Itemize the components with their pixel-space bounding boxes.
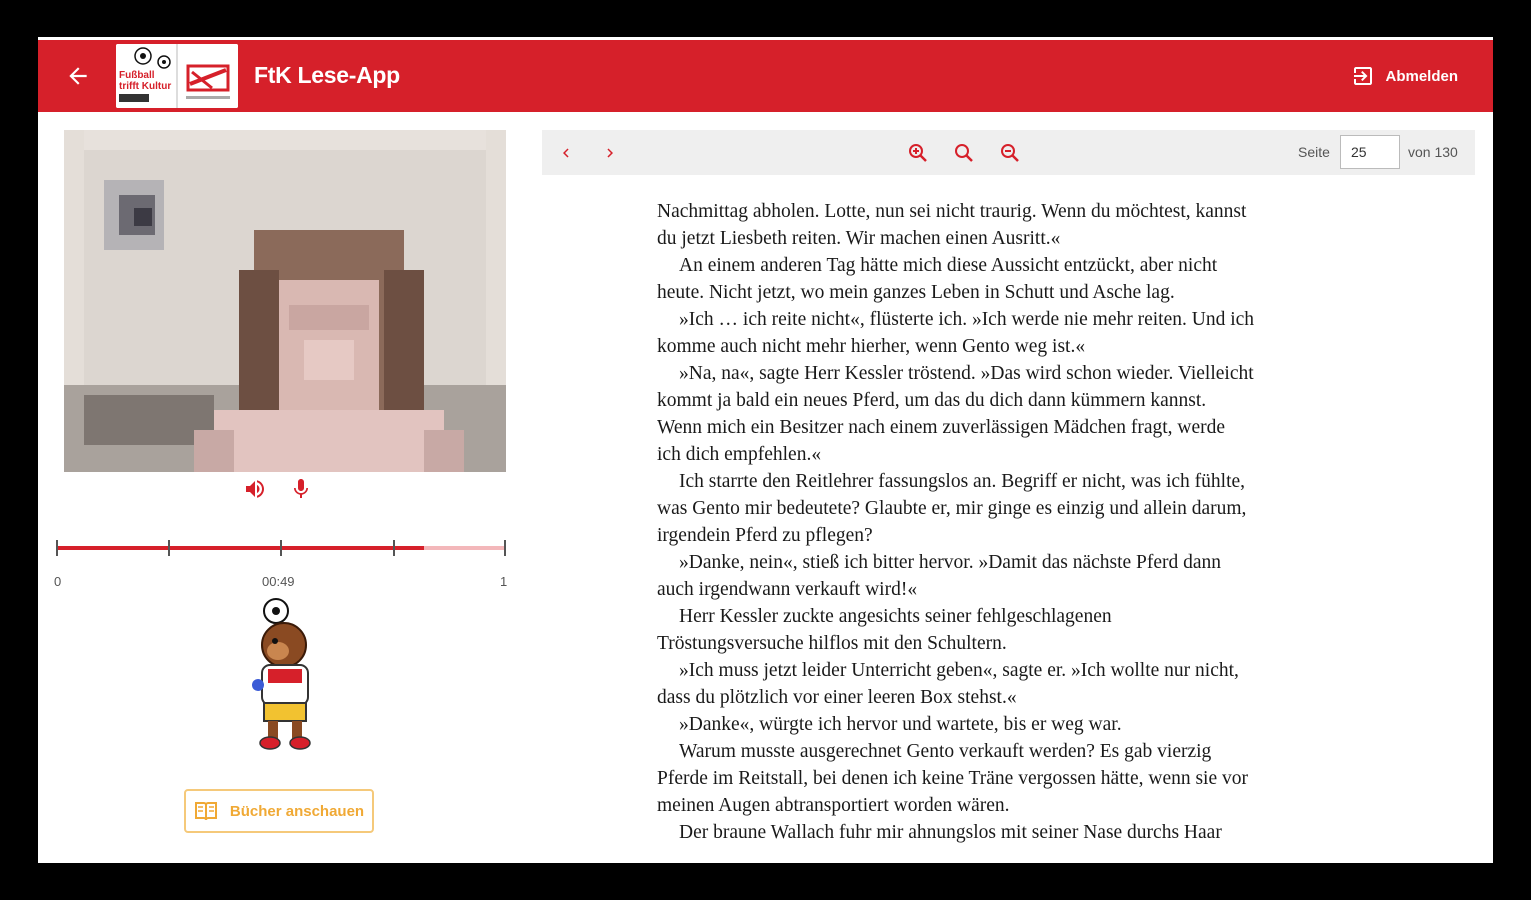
media-controls — [243, 477, 313, 506]
text-line: »Na, na«, sagte Herr Kessler tröstend. »… — [679, 363, 1254, 384]
timeline-tick — [393, 540, 395, 556]
timeline-tick — [504, 540, 506, 556]
text-line: irgendein Pferd zu pflegen? — [657, 525, 873, 546]
text-line: komme auch nicht mehr hierher, wenn Gent… — [657, 336, 1086, 357]
audio-timeline[interactable]: 0 00:49 1 — [54, 532, 509, 589]
zoom-in-button[interactable] — [904, 139, 932, 167]
arrow-left-icon — [69, 67, 87, 85]
back-button[interactable] — [60, 60, 96, 92]
camera-preview — [64, 130, 506, 472]
logo-image: Fußball trifft Kultur — [116, 44, 238, 108]
timeline-current-label: 00:49 — [262, 574, 295, 589]
text-line: dass du plötzlich vor einer leeren Box s… — [657, 687, 1017, 708]
chevron-left-icon — [563, 148, 569, 158]
microphone-icon — [294, 479, 308, 498]
text-line: was Gento mir bedeutete? Glaubte er, mir… — [657, 498, 1247, 519]
browse-books-button[interactable]: Bücher anschauen — [184, 789, 374, 833]
text-line: Warum musste ausgerechnet Gento verkauft… — [679, 741, 1212, 762]
timeline-tick — [168, 540, 170, 556]
page-label: Seite — [1298, 144, 1330, 160]
page-total: von 130 — [1408, 144, 1458, 160]
volume-button[interactable] — [243, 477, 267, 506]
book-icon — [194, 802, 217, 821]
main-content: 0 00:49 1 Bücher anschauen Seite 25 von … — [38, 112, 1494, 864]
timeline-start-label: 0 — [54, 574, 62, 589]
text-line: Tröstungsversuche hilflos mit den Schult… — [657, 633, 1007, 654]
logo: Fußball trifft Kultur — [116, 44, 238, 108]
browse-books-label: Bücher anschauen — [229, 802, 365, 820]
text-line: meinen Augen abtransportiert worden wäre… — [657, 795, 1010, 816]
volume-icon — [246, 480, 264, 498]
book-page-text: Nachmittag abholen. Lotte, nun sei nicht… — [657, 198, 1357, 846]
text-line: »Danke, nein«, stieß ich bitter hervor. … — [679, 552, 1222, 573]
next-page-button[interactable] — [596, 139, 624, 167]
microphone-button[interactable] — [289, 477, 313, 506]
page-number-input[interactable] — [1340, 135, 1400, 169]
zoom-out-button[interactable] — [996, 139, 1024, 167]
pixelated-video-image — [64, 130, 506, 472]
text-line: Herr Kessler zuckte angesichts seiner fe… — [679, 606, 1112, 627]
magnifier-icon — [955, 144, 973, 162]
text-line: Wenn mich ein Besitzer nach einem zuverl… — [657, 417, 1226, 438]
text-line: Der braune Wallach fuhr mir ahnungslos m… — [679, 822, 1222, 843]
text-line: Nachmittag abholen. Lotte, nun sei nicht… — [657, 201, 1247, 222]
svg-text:trifft Kultur: trifft Kultur — [119, 81, 171, 92]
app-bar: Fußball trifft Kultur FtK Lese-App Abmel… — [38, 40, 1494, 112]
timeline-tick — [280, 540, 282, 556]
viewer-toolbar: Seite von 130 — [542, 130, 1475, 175]
app-title: FtK Lese-App — [254, 62, 400, 88]
text-line: An einem anderen Tag hätte mich diese Au… — [679, 255, 1218, 276]
timeline-progress — [56, 546, 425, 550]
logout-label: Abmelden — [1385, 67, 1458, 85]
text-line: heute. Nicht jetzt, wo mein ganzes Leben… — [657, 282, 1175, 303]
text-line: »Ich … ich reite nicht«, flüsterte ich. … — [679, 309, 1255, 330]
logout-button[interactable]: Abmelden — [1351, 64, 1458, 88]
text-line: du jetzt Liesbeth reiten. Wir machen ein… — [657, 228, 1061, 249]
logout-icon — [1354, 67, 1373, 85]
zoom-out-icon — [1001, 144, 1019, 162]
svg-text:Fußball: Fußball — [119, 70, 155, 81]
text-line: Pferde im Reitstall, bei denen ich keine… — [657, 768, 1248, 789]
text-line: ich dich empfehlen.« — [657, 444, 822, 465]
previous-page-button[interactable] — [552, 139, 580, 167]
text-line: kommt ja bald ein neues Pferd, um das du… — [657, 390, 1207, 411]
chevron-right-icon — [607, 148, 613, 158]
text-line: auch irgendwann verkauft wird!« — [657, 579, 918, 600]
text-line: »Ich muss jetzt leider Unterricht geben«… — [679, 660, 1239, 681]
zoom-in-icon — [909, 144, 927, 162]
timeline-end-label: 1 — [500, 574, 508, 589]
timeline-tick — [56, 540, 58, 556]
mascot-illustration — [248, 597, 328, 752]
text-line: Ich starrte den Reitlehrer fassungslos a… — [679, 471, 1246, 492]
zoom-reset-button[interactable] — [950, 139, 978, 167]
text-line: »Danke«, würgte ich hervor und wartete, … — [679, 714, 1122, 735]
